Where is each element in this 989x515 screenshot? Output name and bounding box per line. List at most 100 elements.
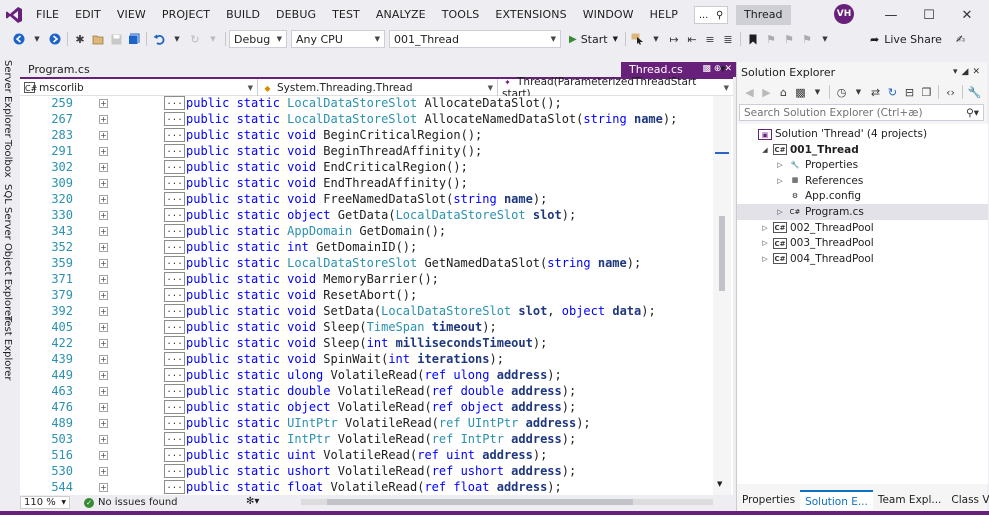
- collapsed-region-marker[interactable]: ...: [164, 128, 185, 142]
- expand-region-icon[interactable]: +: [99, 243, 108, 252]
- tree-item[interactable]: ◢ C# 001_Thread: [737, 142, 988, 158]
- code-line[interactable]: 320 +... public static void FreeNamedDataS…: [20, 191, 720, 207]
- code-line[interactable]: 283 +... public static void BeginCriticalR…: [20, 127, 720, 143]
- zoom-dropdown[interactable]: 110 % ▼: [20, 496, 70, 509]
- code-line[interactable]: 343 +... public static AppDomain GetDomain…: [20, 223, 720, 239]
- forward-icon[interactable]: [46, 30, 64, 48]
- pick-element-icon[interactable]: [629, 30, 647, 48]
- code-line[interactable]: 309 +... public static void EndThreadAffin…: [20, 175, 720, 191]
- tree-item[interactable]: ▷ 🔧 Properties: [737, 157, 988, 173]
- expand-region-icon[interactable]: +: [99, 403, 108, 412]
- expand-region-icon[interactable]: +: [99, 419, 108, 428]
- home-icon[interactable]: ⌂: [775, 83, 792, 101]
- collapsed-region-marker[interactable]: ...: [164, 272, 185, 286]
- code-line[interactable]: 302 +... public static void EndCriticalReg…: [20, 159, 720, 175]
- expand-region-icon[interactable]: +: [99, 195, 108, 204]
- menu-project[interactable]: PROJECT: [154, 0, 218, 30]
- collapsed-region-marker[interactable]: ...: [164, 320, 185, 334]
- window-position-icon[interactable]: ▾: [953, 67, 962, 77]
- code-line[interactable]: 291 +... public static void BeginThreadAff…: [20, 143, 720, 159]
- view-code-icon[interactable]: ‹›: [942, 83, 959, 101]
- format-icon[interactable]: ≡: [701, 30, 719, 48]
- collapsed-region-marker[interactable]: ...: [164, 192, 185, 206]
- collapsed-region-marker[interactable]: ...: [164, 336, 185, 350]
- pending-changes-filter-icon[interactable]: ◷: [833, 83, 850, 101]
- expand-region-icon[interactable]: +: [99, 147, 108, 156]
- code-line[interactable]: 516 +... public static uint VolatileRead(r…: [20, 447, 720, 463]
- horizontal-scrollbar[interactable]: [301, 499, 713, 505]
- live-share-button[interactable]: ➦ Live Share ✍: [870, 30, 965, 48]
- tab-toolbox[interactable]: Toolbox: [2, 140, 13, 178]
- collapsed-region-marker[interactable]: ...: [164, 288, 185, 302]
- code-line[interactable]: 379 +... public static void ResetAbort();: [20, 287, 720, 303]
- expand-region-icon[interactable]: +: [99, 275, 108, 284]
- close-window-icon[interactable]: ✕: [948, 0, 986, 30]
- code-line[interactable]: 405 +... public static void Sleep(TimeSpan…: [20, 319, 720, 335]
- menu-test[interactable]: TEST: [324, 0, 368, 30]
- expand-arrow-icon[interactable]: ▷: [760, 239, 770, 247]
- collapsed-region-marker[interactable]: ...: [164, 400, 185, 414]
- menu-window[interactable]: WINDOW: [575, 0, 642, 30]
- tab-test-explorer[interactable]: Test Explorer: [2, 316, 13, 381]
- collapsed-region-marker[interactable]: ...: [164, 432, 185, 446]
- collapsed-region-marker[interactable]: ...: [164, 352, 185, 366]
- maximize-icon[interactable]: ☐: [910, 0, 948, 30]
- collapsed-region-marker[interactable]: ...: [164, 448, 185, 462]
- collapse-all-icon[interactable]: ⊟: [901, 83, 918, 101]
- sync-icon[interactable]: ⇄: [867, 83, 884, 101]
- save-icon[interactable]: [107, 30, 125, 48]
- feedback-icon[interactable]: ✍: [956, 33, 965, 46]
- menu-debug[interactable]: DEBUG: [268, 0, 324, 30]
- code-line[interactable]: 352 +... public static int GetDomainID();: [20, 239, 720, 255]
- expand-region-icon[interactable]: +: [99, 291, 108, 300]
- collapsed-region-marker[interactable]: ...: [164, 208, 185, 222]
- tab-sql-server-object-explorer[interactable]: SQL Server Object Explorer: [2, 184, 13, 320]
- visual-studio-logo-icon[interactable]: [0, 0, 28, 30]
- menu-analyze[interactable]: ANALYZE: [368, 0, 434, 30]
- expand-region-icon[interactable]: +: [99, 355, 108, 364]
- collapsed-region-marker[interactable]: ...: [164, 112, 185, 126]
- tab-solution-e[interactable]: Solution E...: [800, 490, 873, 510]
- startup-project-dropdown[interactable]: 001_Thread ▼: [389, 30, 561, 48]
- expand-region-icon[interactable]: +: [99, 179, 108, 188]
- back-dropdown-icon[interactable]: ▼: [28, 30, 46, 48]
- expand-region-icon[interactable]: +: [99, 435, 108, 444]
- chevron-down-icon[interactable]: ▼: [850, 83, 867, 101]
- close-tab-icon[interactable]: ✕: [724, 64, 735, 74]
- member-dropdown[interactable]: ✦ Thread(ParameterizedThreadStart start) …: [498, 76, 733, 100]
- chevron-down-icon[interactable]: ▼: [647, 30, 665, 48]
- code-line[interactable]: 267 +... public static LocalDataStoreSlot …: [20, 111, 720, 127]
- issues-indicator[interactable]: ✓ No issues found: [84, 497, 178, 508]
- tab-properties[interactable]: Properties: [737, 490, 800, 510]
- menu-view[interactable]: VIEW: [109, 0, 154, 30]
- quick-launch-search[interactable]: ... ⚲: [694, 6, 729, 24]
- tab-team-expl[interactable]: Team Expl...: [873, 490, 947, 510]
- code-line[interactable]: 544 +... public static float VolatileRead(…: [20, 479, 720, 495]
- switch-views-icon[interactable]: ▩: [792, 83, 809, 101]
- expand-region-icon[interactable]: +: [99, 163, 108, 172]
- assembly-dropdown[interactable]: C# mscorlib ▼: [20, 79, 258, 96]
- properties-wrench-icon[interactable]: 🔧: [966, 83, 983, 101]
- back-icon[interactable]: ◀: [741, 83, 758, 101]
- save-all-icon[interactable]: [125, 30, 143, 48]
- expand-region-icon[interactable]: +: [99, 211, 108, 220]
- expand-region-icon[interactable]: +: [99, 323, 108, 332]
- collapsed-region-marker[interactable]: ...: [164, 176, 185, 190]
- code-line[interactable]: 530 +... public static ushort VolatileRead…: [20, 463, 720, 479]
- solution-configuration-dropdown[interactable]: Debug ▼: [229, 30, 287, 48]
- tree-item[interactable]: ⚙ App.config: [737, 188, 988, 204]
- code-line[interactable]: 392 +... public static void SetData(LocalD…: [20, 303, 720, 319]
- tab-overflow-icon[interactable]: ▼: [720, 62, 725, 77]
- code-line[interactable]: 476 +... public static object VolatileRead…: [20, 399, 720, 415]
- code-line[interactable]: 489 +... public static UIntPtr VolatileRea…: [20, 415, 720, 431]
- code-line[interactable]: 463 +... public static double VolatileRead…: [20, 383, 720, 399]
- collapsed-region-marker[interactable]: ...: [164, 160, 185, 174]
- expand-region-icon[interactable]: +: [99, 371, 108, 380]
- tab-class-view[interactable]: Class View: [946, 490, 989, 510]
- tab-program-cs[interactable]: Program.cs: [20, 62, 98, 77]
- collapsed-region-marker[interactable]: ...: [164, 480, 185, 494]
- clear-bookmarks-icon[interactable]: ⚑: [798, 30, 816, 48]
- horizontal-scroll-thumb[interactable]: [327, 499, 633, 505]
- new-project-icon[interactable]: ✱: [71, 30, 89, 48]
- tab-server-explorer[interactable]: Server Explorer: [2, 60, 13, 138]
